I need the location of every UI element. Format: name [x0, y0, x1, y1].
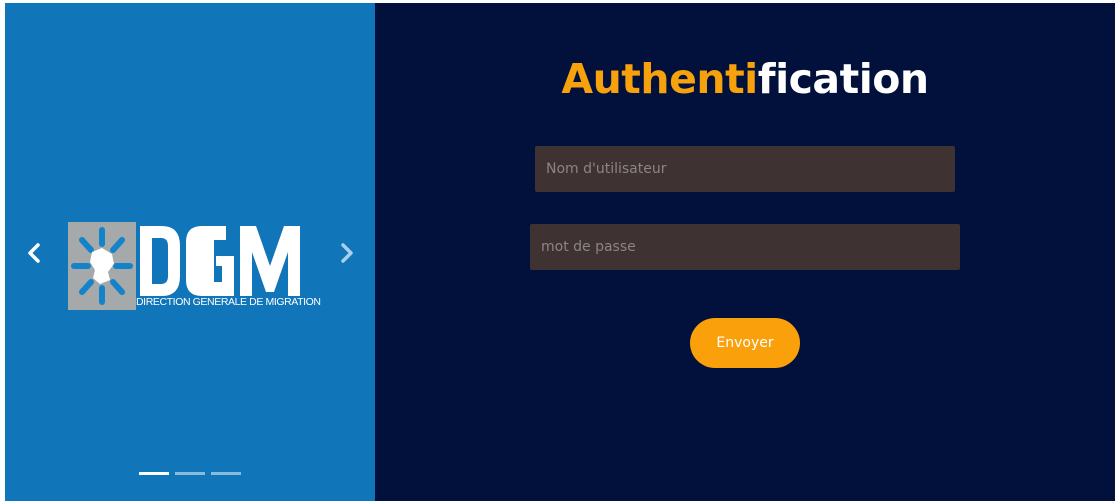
password-input[interactable] [530, 224, 960, 270]
chevron-right-icon [341, 243, 353, 263]
carousel-indicators [139, 472, 241, 475]
logo-subtitle: DIRECTION GENERALE DE MIGRATION [136, 296, 321, 308]
chevron-left-icon [28, 243, 40, 263]
logo-carousel: DIRECTION GENERALE DE MIGRATION [5, 3, 375, 501]
carousel-prev-button[interactable] [22, 239, 46, 267]
carousel-next-button[interactable] [335, 239, 359, 267]
carousel-indicator[interactable] [139, 472, 169, 475]
title-highlight: Authenti [561, 55, 758, 103]
login-panel: Authentification Envoyer [375, 3, 1115, 501]
carousel-indicator[interactable] [175, 472, 205, 475]
carousel-indicator[interactable] [211, 472, 241, 475]
username-input[interactable] [535, 146, 955, 192]
page-title: Authentification [375, 55, 1115, 104]
title-rest: fication [757, 55, 929, 103]
submit-button[interactable]: Envoyer [690, 318, 800, 368]
page-frame: DIRECTION GENERALE DE MIGRATION Authenti… [5, 3, 1115, 501]
